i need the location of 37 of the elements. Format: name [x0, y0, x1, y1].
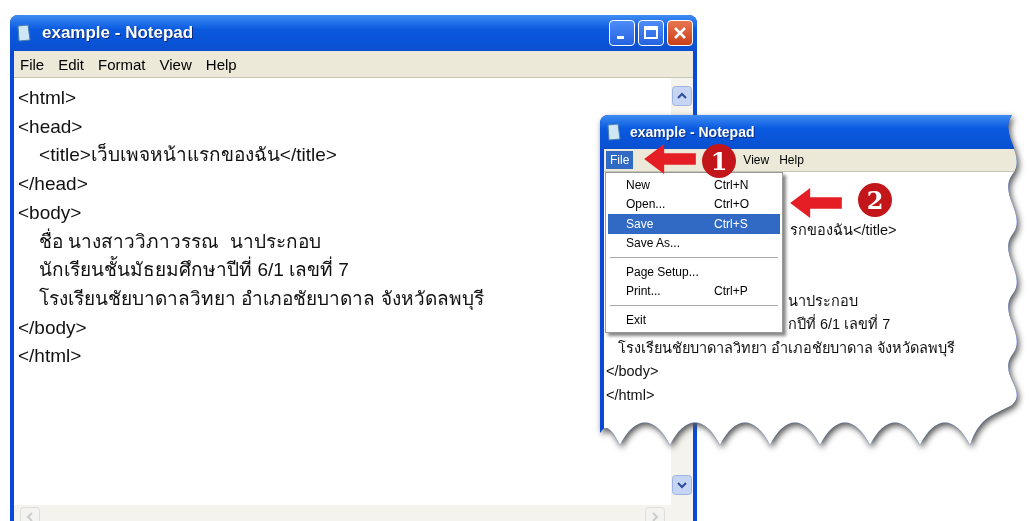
window-title: example - Notepad [630, 124, 756, 140]
menu-item[interactable]: Help [779, 153, 804, 167]
menu-option[interactable]: New Ctrl+N [608, 175, 780, 195]
notepad-icon [606, 123, 622, 141]
menu-item[interactable]: Edit [58, 55, 85, 73]
menu-item[interactable]: View [743, 153, 770, 167]
code-line: </html> [606, 385, 655, 405]
menu-item[interactable]: File [20, 55, 45, 73]
code-line: กปีที่ 6/1 เลขที่ 7 [788, 313, 891, 334]
code-line: <head> [18, 114, 83, 139]
code-line: </body> [606, 362, 659, 381]
menu-item[interactable]: Format [98, 55, 146, 73]
code-line: รกของฉัน</title> [790, 221, 897, 240]
code-line: </body> [18, 315, 87, 340]
scroll-down-icon[interactable] [672, 475, 692, 495]
menu-option[interactable]: Open... Ctrl+O [608, 194, 780, 214]
code-line: <title>เว็บเพจหน้าแรกของฉัน</title> [38, 142, 337, 168]
menu-item[interactable]: View [159, 55, 192, 73]
menu-option[interactable]: Save As... [608, 233, 780, 253]
notepad-icon [16, 24, 32, 42]
code-line: <html> [18, 86, 77, 110]
code-line: <body> [18, 200, 82, 225]
code-line: ชื่อ นางสาววิภาวรรณ นาประกอบ [38, 227, 321, 254]
code-line: นาประกอบ [788, 291, 858, 311]
code-line: โรงเรียนชัยบาดาลวิทยา อำเภอชัยบาดาล จังหวัดลพบุรี [617, 338, 956, 359]
menu-option[interactable]: Exit [608, 310, 780, 330]
window-title: example - Notepad [42, 23, 195, 43]
menu-option[interactable]: Page Setup... [608, 262, 780, 282]
code-line: </head> [18, 172, 88, 197]
code-line: โรงเรียนชัยบาดาลวิทยา อำเภอชัยบาดาล จังหวัดลพบุรี [38, 286, 484, 312]
scroll-up-icon[interactable] [672, 86, 692, 106]
menu-option[interactable]: Save Ctrl+S [608, 214, 780, 234]
code-line: </html> [18, 344, 82, 369]
menu-item[interactable]: Help [205, 55, 237, 73]
menu-item[interactable]: File [606, 151, 634, 169]
menu-option[interactable]: Print... Ctrl+P [608, 281, 780, 301]
code-line: นักเรียนชั้นมัธยมศึกษาปีที่ 6/1 เลขที่ 7 [18, 256, 349, 285]
